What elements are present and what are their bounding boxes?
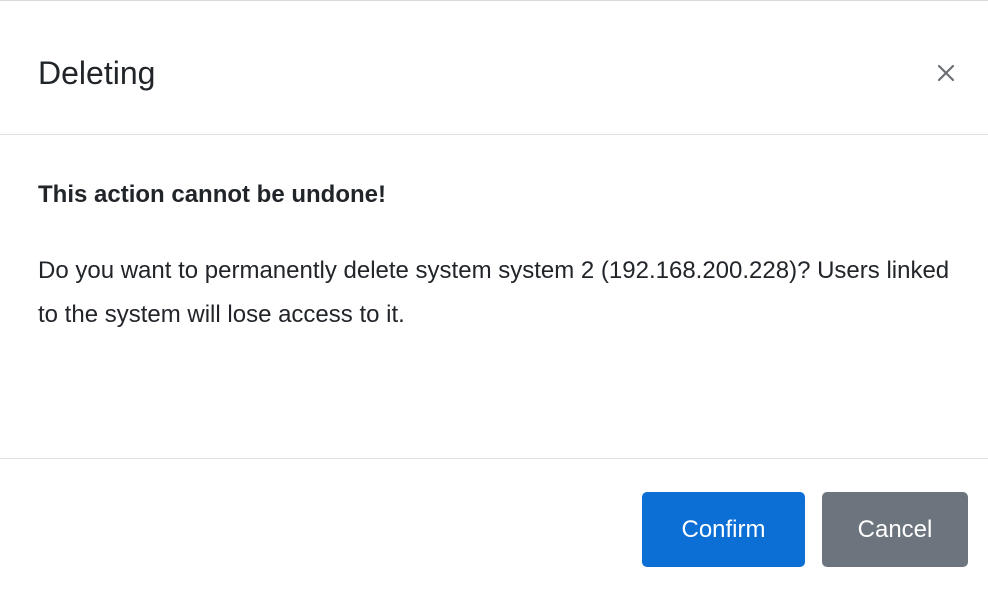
dialog-header: Deleting xyxy=(0,1,988,135)
confirmation-message: Do you want to permanently delete system… xyxy=(38,257,950,328)
warning-text: This action cannot be undone! xyxy=(38,181,386,208)
dialog-title: Deleting xyxy=(38,55,156,91)
confirm-button[interactable]: Confirm xyxy=(642,492,805,567)
close-icon xyxy=(936,63,956,83)
dialog-footer: Confirm Cancel xyxy=(0,459,988,593)
close-button[interactable] xyxy=(924,51,968,95)
delete-confirmation-dialog: Deleting This action cannot be undone! D… xyxy=(0,0,988,593)
cancel-button[interactable]: Cancel xyxy=(822,492,968,567)
dialog-body: This action cannot be undone! Do you wan… xyxy=(0,135,988,459)
